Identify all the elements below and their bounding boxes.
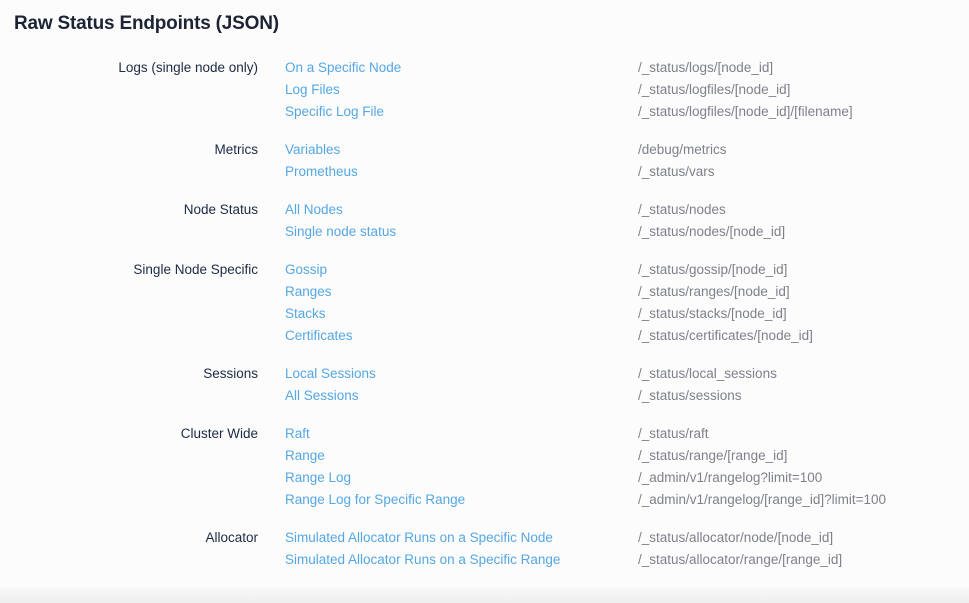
endpoint-link[interactable]: Range Log for Specific Range: [285, 489, 638, 511]
endpoint-row: Certificates /_status/certificates/[node…: [258, 325, 969, 347]
entry-list: On a Specific Node /_status/logs/[node_i…: [258, 57, 969, 123]
endpoint-row: Prometheus /_status/vars: [258, 161, 969, 183]
endpoint-path: /_status/range/[range_id]: [638, 445, 969, 467]
endpoint-row: Range /_status/range/[range_id]: [258, 445, 969, 467]
debug-page: Raw Status Endpoints (JSON) Logs (single…: [0, 0, 969, 603]
endpoint-path: /_status/certificates/[node_id]: [638, 325, 969, 347]
endpoint-row: Simulated Allocator Runs on a Specific R…: [258, 549, 969, 571]
category-label: Logs (single node only): [0, 57, 258, 79]
endpoint-link[interactable]: Range Log: [285, 467, 638, 489]
endpoint-path: /_status/local_sessions: [638, 363, 969, 385]
endpoint-path: /_status/nodes: [638, 199, 969, 221]
endpoint-link[interactable]: On a Specific Node: [285, 57, 638, 79]
endpoint-path: /_admin/v1/rangelog/[range_id]?limit=100: [638, 489, 969, 511]
endpoint-row: Raft /_status/raft: [258, 423, 969, 445]
entry-list: Raft /_status/raft Range /_status/range/…: [258, 423, 969, 511]
endpoint-row: Variables /debug/metrics: [258, 139, 969, 161]
category-label: Sessions: [0, 363, 258, 385]
endpoint-row: Range Log for Specific Range /_admin/v1/…: [258, 489, 969, 511]
endpoint-link[interactable]: Simulated Allocator Runs on a Specific N…: [285, 527, 638, 549]
endpoint-path: /_status/allocator/node/[node_id]: [638, 527, 969, 549]
endpoint-path: /_status/logfiles/[node_id]/[filename]: [638, 101, 969, 123]
entry-list: Local Sessions /_status/local_sessions A…: [258, 363, 969, 407]
endpoint-path: /_status/logs/[node_id]: [638, 57, 969, 79]
category-label: Allocator: [0, 527, 258, 549]
category-label: Single Node Specific: [0, 259, 258, 281]
endpoint-group: Single Node Specific Gossip /_status/gos…: [0, 259, 969, 347]
endpoint-link[interactable]: Specific Log File: [285, 101, 638, 123]
endpoint-row: Log Files /_status/logfiles/[node_id]: [258, 79, 969, 101]
page-title: Raw Status Endpoints (JSON): [0, 0, 969, 35]
endpoint-link[interactable]: All Nodes: [285, 199, 638, 221]
endpoint-group: Sessions Local Sessions /_status/local_s…: [0, 363, 969, 407]
entry-list: Gossip /_status/gossip/[node_id] Ranges …: [258, 259, 969, 347]
endpoint-row: Single node status /_status/nodes/[node_…: [258, 221, 969, 243]
endpoint-link[interactable]: Ranges: [285, 281, 638, 303]
endpoint-link[interactable]: Stacks: [285, 303, 638, 325]
endpoint-group: Allocator Simulated Allocator Runs on a …: [0, 527, 969, 571]
endpoint-path: /_status/nodes/[node_id]: [638, 221, 969, 243]
endpoint-path: /_status/gossip/[node_id]: [638, 259, 969, 281]
endpoint-path: /_admin/v1/rangelog?limit=100: [638, 467, 969, 489]
endpoint-row: Stacks /_status/stacks/[node_id]: [258, 303, 969, 325]
entry-list: Variables /debug/metrics Prometheus /_st…: [258, 139, 969, 183]
endpoint-group: Cluster Wide Raft /_status/raft Range /_…: [0, 423, 969, 511]
endpoint-group: Logs (single node only) On a Specific No…: [0, 57, 969, 123]
endpoint-row: Gossip /_status/gossip/[node_id]: [258, 259, 969, 281]
endpoint-link[interactable]: Simulated Allocator Runs on a Specific R…: [285, 549, 638, 571]
endpoint-link[interactable]: Prometheus: [285, 161, 638, 183]
endpoint-row: All Nodes /_status/nodes: [258, 199, 969, 221]
endpoint-link[interactable]: All Sessions: [285, 385, 638, 407]
endpoint-path: /_status/stacks/[node_id]: [638, 303, 969, 325]
endpoint-group: Metrics Variables /debug/metrics Prometh…: [0, 139, 969, 183]
endpoint-path: /_status/vars: [638, 161, 969, 183]
endpoint-path: /debug/metrics: [638, 139, 969, 161]
endpoint-row: Range Log /_admin/v1/rangelog?limit=100: [258, 467, 969, 489]
endpoint-link[interactable]: Log Files: [285, 79, 638, 101]
endpoint-link[interactable]: Gossip: [285, 259, 638, 281]
endpoint-path: /_status/allocator/range/[range_id]: [638, 549, 969, 571]
endpoint-row: Specific Log File /_status/logfiles/[nod…: [258, 101, 969, 123]
bottom-strip: [0, 587, 969, 603]
endpoint-link[interactable]: Variables: [285, 139, 638, 161]
category-label: Cluster Wide: [0, 423, 258, 445]
endpoint-row: Ranges /_status/ranges/[node_id]: [258, 281, 969, 303]
endpoint-path: /_status/ranges/[node_id]: [638, 281, 969, 303]
endpoint-path: /_status/sessions: [638, 385, 969, 407]
endpoint-table: Logs (single node only) On a Specific No…: [0, 57, 969, 571]
endpoint-link[interactable]: Range: [285, 445, 638, 467]
endpoint-row: On a Specific Node /_status/logs/[node_i…: [258, 57, 969, 79]
endpoint-path: /_status/raft: [638, 423, 969, 445]
endpoint-link[interactable]: Certificates: [285, 325, 638, 347]
category-label: Node Status: [0, 199, 258, 221]
endpoint-group: Node Status All Nodes /_status/nodes Sin…: [0, 199, 969, 243]
category-label: Metrics: [0, 139, 258, 161]
endpoint-row: Simulated Allocator Runs on a Specific N…: [258, 527, 969, 549]
endpoint-link[interactable]: Local Sessions: [285, 363, 638, 385]
endpoint-row: All Sessions /_status/sessions: [258, 385, 969, 407]
entry-list: All Nodes /_status/nodes Single node sta…: [258, 199, 969, 243]
endpoint-link[interactable]: Raft: [285, 423, 638, 445]
endpoint-link[interactable]: Single node status: [285, 221, 638, 243]
endpoint-path: /_status/logfiles/[node_id]: [638, 79, 969, 101]
endpoint-row: Local Sessions /_status/local_sessions: [258, 363, 969, 385]
entry-list: Simulated Allocator Runs on a Specific N…: [258, 527, 969, 571]
